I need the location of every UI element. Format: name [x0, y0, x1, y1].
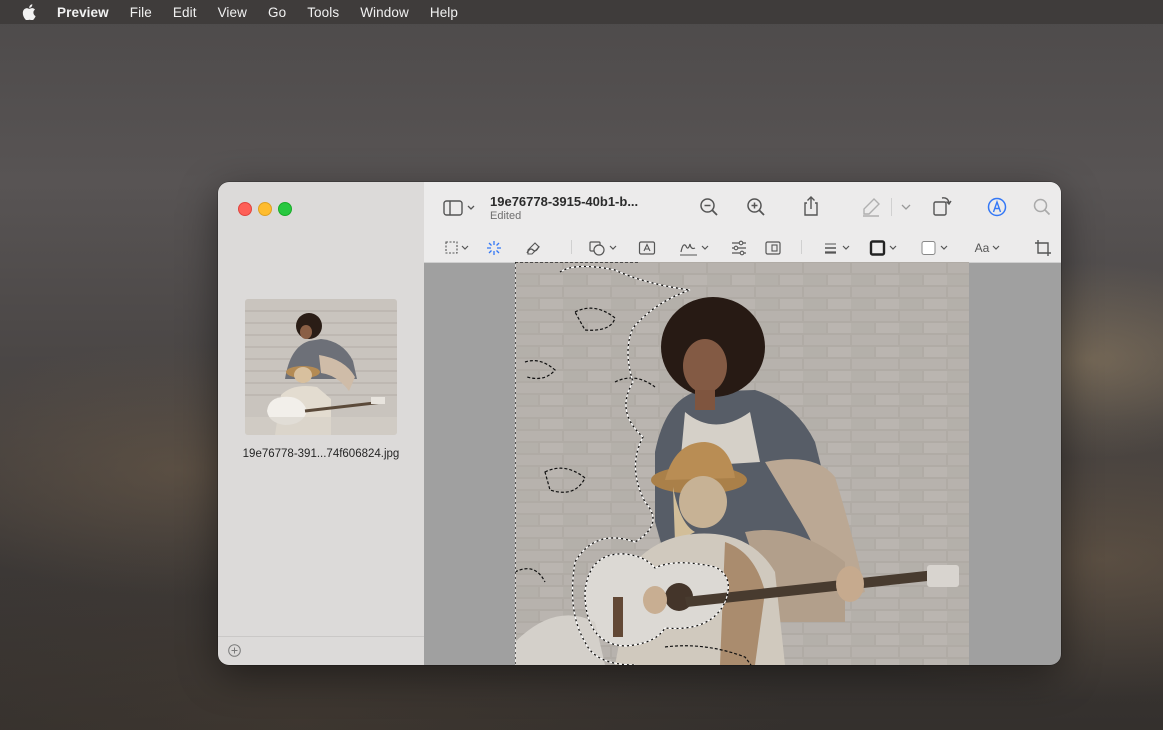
add-icon[interactable] — [228, 644, 241, 657]
adjust-size-icon[interactable] — [764, 239, 782, 257]
menu-help[interactable]: Help — [430, 5, 458, 20]
markup-icon[interactable] — [986, 196, 1008, 218]
close-button[interactable] — [238, 202, 252, 216]
menu-view[interactable]: View — [218, 5, 247, 20]
highlight-menu-icon[interactable] — [900, 200, 912, 214]
menu-window[interactable]: Window — [360, 5, 409, 20]
text-box-icon[interactable] — [638, 239, 656, 257]
menu-tools[interactable]: Tools — [307, 5, 339, 20]
shape-style-icon[interactable] — [822, 239, 854, 257]
menu-edit[interactable]: Edit — [173, 5, 197, 20]
shapes-icon[interactable] — [588, 239, 620, 257]
sidebar-footer — [218, 636, 424, 665]
text-style-icon[interactable]: Aa — [973, 239, 1005, 257]
document-title: 19e76778-3915-40b1-b... — [490, 194, 639, 209]
image-canvas[interactable] — [515, 262, 969, 665]
zoom-in-icon[interactable] — [746, 197, 766, 217]
menu-bar: Preview File Edit View Go Tools Window H… — [0, 0, 1163, 24]
apple-icon[interactable] — [21, 4, 37, 20]
thumbnail-sidebar: 19e76778-391...74f606824.jpg — [218, 182, 425, 665]
highlight-icon[interactable] — [860, 196, 882, 218]
rect-selection-icon[interactable] — [444, 240, 472, 256]
menu-file[interactable]: File — [130, 5, 152, 20]
menu-go[interactable]: Go — [268, 5, 286, 20]
text-style-label: Aa — [974, 241, 990, 255]
maximize-button[interactable] — [278, 202, 292, 216]
sign-icon[interactable] — [678, 239, 712, 257]
page-thumbnail[interactable] — [245, 299, 397, 435]
instant-alpha-icon[interactable] — [486, 240, 502, 256]
border-color-icon[interactable] — [869, 239, 901, 257]
sketch-icon[interactable] — [524, 239, 542, 257]
document-area: 19e76778-3915-40b1-b... Edited Aa — [424, 182, 1061, 665]
zoom-out-icon[interactable] — [699, 197, 719, 217]
rotate-icon[interactable] — [930, 194, 954, 218]
thumbnail-label: 19e76778-391...74f606824.jpg — [242, 448, 400, 460]
preview-window: 19e76778-391...74f606824.jpg 19e76778-39… — [218, 182, 1061, 665]
minimize-button[interactable] — [258, 202, 272, 216]
document-status: Edited — [490, 210, 522, 222]
share-icon[interactable] — [801, 195, 821, 217]
fill-color-icon[interactable] — [920, 239, 952, 257]
search-icon[interactable] — [1032, 197, 1052, 217]
sidebar-toggle-icon[interactable] — [442, 199, 478, 217]
crop-icon[interactable] — [1034, 239, 1052, 257]
menu-app-name[interactable]: Preview — [57, 5, 109, 20]
adjust-color-icon[interactable] — [730, 239, 748, 257]
toolbar: 19e76778-3915-40b1-b... Edited Aa — [424, 182, 1061, 263]
